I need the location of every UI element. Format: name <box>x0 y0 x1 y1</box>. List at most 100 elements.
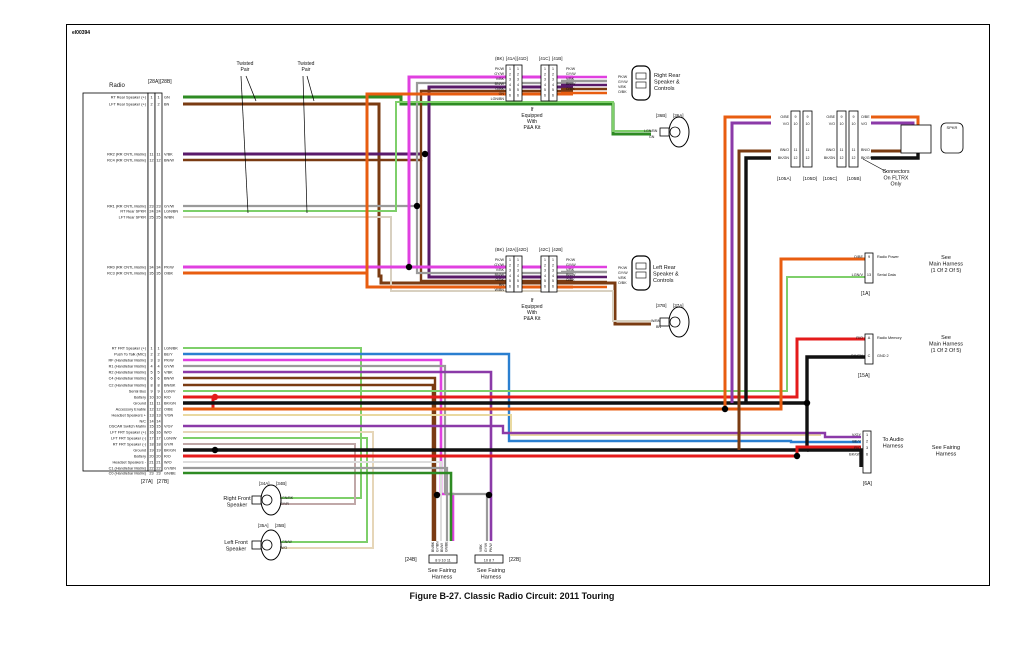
pin-number: 1 <box>544 258 546 262</box>
pin-label: LFT FRT Speaker (-) <box>111 437 147 441</box>
pin-label: GND 2 <box>877 354 889 358</box>
pin-number: 2 <box>150 353 152 357</box>
pin-number: 2 <box>544 263 546 267</box>
connector-label: [28A] <box>148 79 160 85</box>
pin-number: 3 <box>517 78 519 82</box>
pin-number: 2 <box>517 72 519 76</box>
wire-code: GY/W <box>494 263 504 267</box>
see-label: Harness <box>936 452 957 458</box>
pin-number: 4 <box>150 365 152 369</box>
audio-harness-label: To Audio <box>882 437 903 443</box>
connector-label: [34B] <box>276 481 287 486</box>
wire-code: BE/Y <box>164 353 173 357</box>
component-label: Left Front <box>224 540 248 546</box>
pin-number: 6 <box>157 377 159 381</box>
pin-number: 3 <box>552 269 554 273</box>
wire-code: GY/W <box>494 72 504 76</box>
wire-code: V/O <box>783 122 789 126</box>
speaker-magnet <box>251 495 262 505</box>
wire-code: BE/Y <box>852 440 861 444</box>
pin-number: 1 <box>509 67 511 71</box>
wire-code: BK/GN <box>851 354 863 358</box>
component-label: Left Rear <box>653 265 676 271</box>
wire-code: GY/W <box>566 263 576 267</box>
pin-number: 1 <box>157 347 159 351</box>
wire-code: LGN/BN <box>644 129 658 133</box>
see-label: See Fairing <box>428 568 456 574</box>
wire-code: BN/BK <box>431 541 435 552</box>
pin-label: Radio Memory <box>877 336 902 340</box>
wire-code: LGN/BN <box>491 97 505 101</box>
pin-number: 12 <box>156 159 160 163</box>
pin-number: 1 <box>150 96 152 100</box>
pin-number: 16 <box>156 431 160 435</box>
pin-number: 5 <box>544 279 546 283</box>
pin-number: 11 <box>806 148 810 152</box>
pin-number: 11 <box>840 148 844 152</box>
wire-code: V/O <box>861 122 867 126</box>
connector-label: (BK) <box>495 56 505 61</box>
wire-code: V/BK <box>566 77 575 81</box>
pin-number: 1 <box>517 258 519 262</box>
splice-dot <box>433 491 441 499</box>
pin-label: Serial Data <box>877 273 897 277</box>
pin-number: 10 <box>149 396 153 400</box>
radio-title: Radio <box>109 83 125 89</box>
pin-number: 10 8 7 <box>484 559 495 563</box>
wire-code: O/BE <box>826 115 835 119</box>
pin-number: 2 <box>157 353 159 357</box>
wire-code: PK/W <box>566 67 576 71</box>
pin-number: 4 <box>509 274 511 278</box>
pin-number: 6 <box>866 453 868 457</box>
wire-code: LGN/BN <box>164 210 178 214</box>
wire-code: GN/BE <box>445 541 449 552</box>
connector-label: [42B] <box>552 247 563 252</box>
pin-label: C0 (Handlebar Matrix) <box>109 472 147 476</box>
pin-number: 4 <box>157 365 159 369</box>
pin-number: 34 <box>156 266 160 270</box>
pin-number: 25 <box>149 216 153 220</box>
pin-number: 2 <box>150 103 152 107</box>
connector-label: [105D] <box>803 176 817 182</box>
wire-code: V/GY <box>164 425 174 429</box>
pin-label: Headset Speakers - <box>112 461 146 465</box>
connector-label: [37B] <box>656 303 667 308</box>
wire-code: R/O <box>856 336 863 340</box>
pin-number: 21 <box>156 461 160 465</box>
wire-code: W/O <box>280 546 287 550</box>
pin-label: RF (Handlebar Matrix) <box>108 359 146 363</box>
pin-label: RR1 (RR CNTL Matrix) <box>107 205 147 209</box>
component-label: Controls <box>653 278 674 284</box>
wire-code: O/BK <box>566 278 575 282</box>
component-label: Connectors <box>882 169 909 175</box>
wire-code: R/O <box>164 396 171 400</box>
pin-number: 22 <box>149 467 153 471</box>
connector-label: [27B] <box>157 479 169 485</box>
connector-label: [36B] <box>656 113 667 118</box>
wire-code: GY/BN <box>436 541 440 552</box>
pin-number: 12 <box>794 156 798 160</box>
pin-label: C4 (Handlebar Matrix) <box>109 377 147 381</box>
pin-label: LFT Rear Speaker (+) <box>109 103 147 107</box>
controls-button <box>635 81 647 89</box>
note-text: P&A Kit <box>524 316 542 322</box>
splice-dot <box>721 405 729 413</box>
pin-number: 5 <box>544 88 546 92</box>
wire-code: BN/W <box>164 159 174 163</box>
wire-code: BK/GN <box>164 449 176 453</box>
pin-number: 23 <box>156 205 160 209</box>
wire-code: O/BE <box>861 115 870 119</box>
wire-code: BN <box>499 283 504 287</box>
pin-label: Battery <box>134 455 146 459</box>
pin-number: 4 <box>544 83 546 87</box>
see-label: Main Harness <box>929 262 963 268</box>
twisted-pair-label: Pair <box>241 67 250 73</box>
wire-code: W/O <box>164 431 172 435</box>
connector-label: [37A] <box>673 303 684 308</box>
pin-label: RR2 (RR CNTL Matrix) <box>107 153 147 157</box>
wire-code: GN <box>499 92 505 96</box>
pin-number: 5 <box>552 88 554 92</box>
see-label: (1 Of 2 Of 5) <box>931 348 962 354</box>
twisted-pair-label: Pair <box>302 67 311 73</box>
see-label: (1 Of 2 Of 5) <box>931 268 962 274</box>
